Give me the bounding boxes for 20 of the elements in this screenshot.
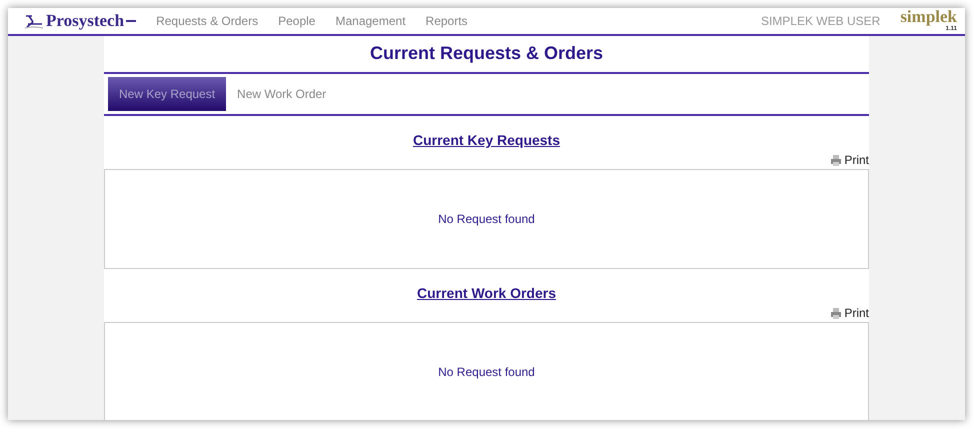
page-title: Current Requests & Orders: [104, 36, 869, 74]
logo-text: Prosystech: [46, 10, 124, 32]
section-title: Current Key Requests: [412, 132, 560, 148]
tab[interactable]: New Work Order: [226, 77, 338, 111]
dash-icon: [126, 19, 136, 23]
print-link[interactable]: Print: [830, 304, 869, 322]
tab[interactable]: New Key Request: [108, 77, 226, 111]
nav-link[interactable]: People: [278, 12, 316, 30]
print-link[interactable]: Print: [830, 151, 869, 169]
user-name: SIMPLEK WEB USER: [760, 13, 880, 30]
brand-logo: simplek: [900, 8, 957, 25]
printer-icon: [830, 154, 842, 166]
empty-message: No Request found: [438, 211, 535, 228]
nav-link[interactable]: Requests & Orders: [156, 12, 258, 30]
printer-icon: [830, 308, 842, 318]
empty-message: No Request found: [438, 364, 535, 381]
logo-icon: [24, 12, 44, 30]
nav-link[interactable]: Management: [335, 12, 406, 30]
section-title: Current Work Orders: [417, 285, 556, 301]
nav-link[interactable]: Reports: [426, 12, 468, 30]
